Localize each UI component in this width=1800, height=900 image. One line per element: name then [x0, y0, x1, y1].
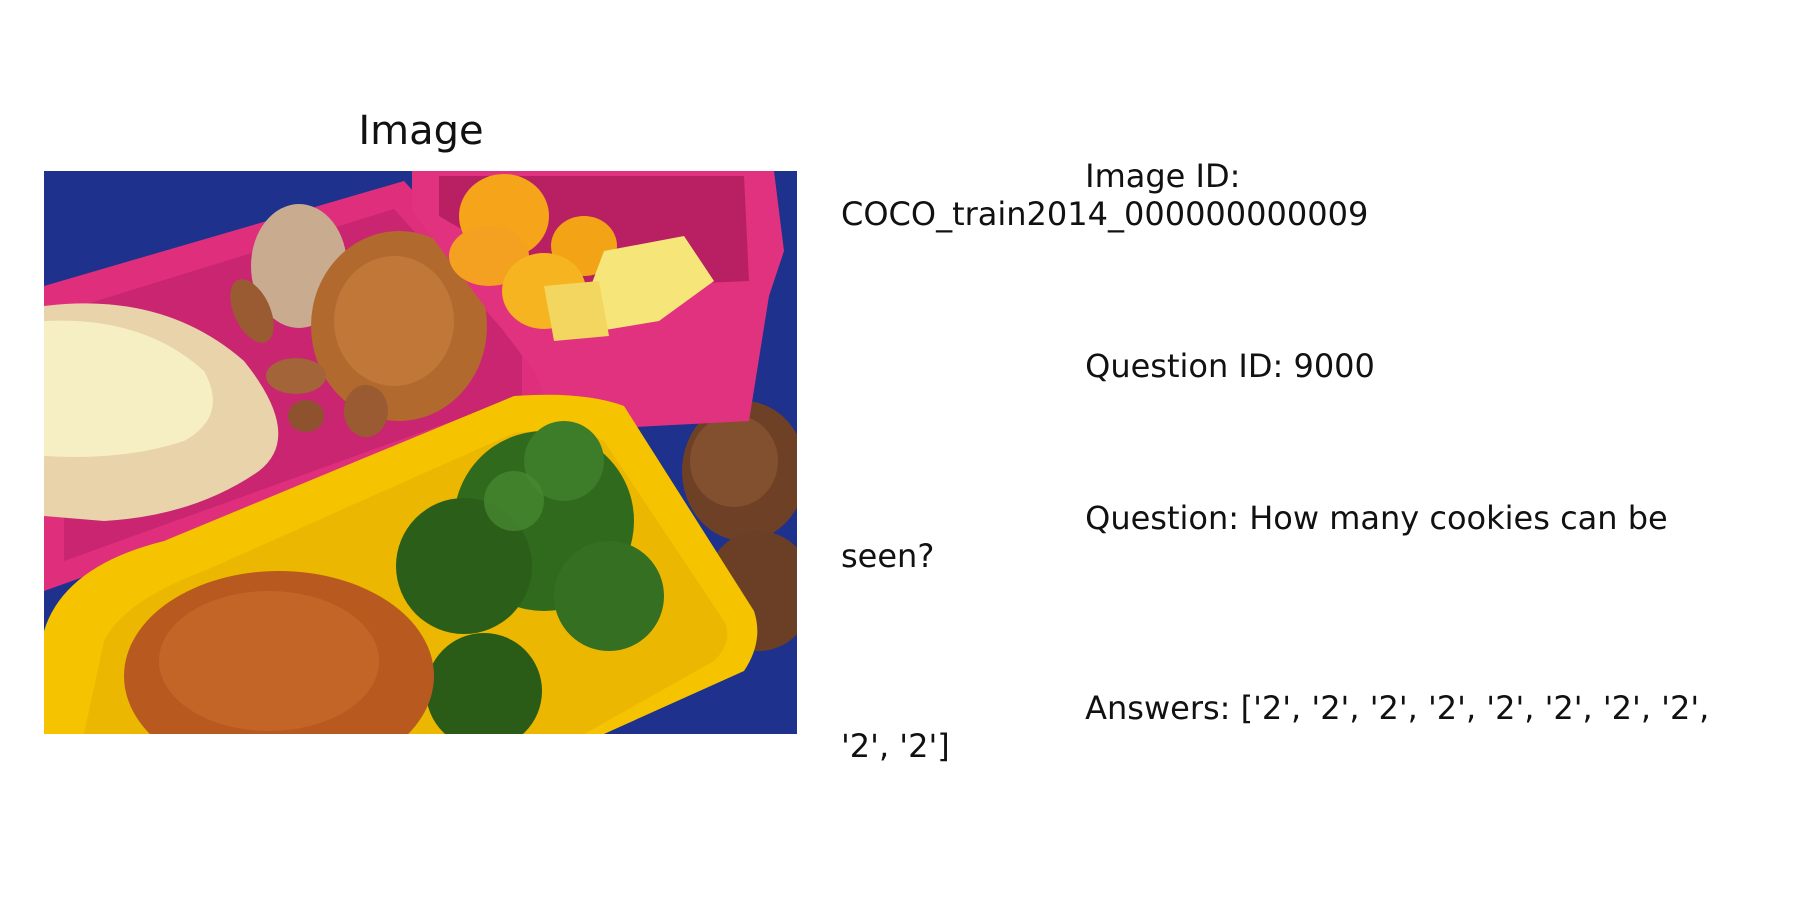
question-text: Question: How many cookies can be seen? — [841, 499, 1668, 575]
answers-text: Answers: ['2', '2', '2', '2', '2', '2', … — [841, 689, 1710, 765]
lunchbox-photo — [44, 171, 797, 734]
image-panel-title: Image — [358, 108, 484, 154]
question-info-panel: Image ID: COCO_train2014_000000000009 Qu… — [841, 81, 1771, 803]
image-id-text: Image ID: COCO_train2014_000000000009 — [841, 157, 1369, 233]
question-id-text: Question ID: 9000 — [841, 347, 1375, 385]
